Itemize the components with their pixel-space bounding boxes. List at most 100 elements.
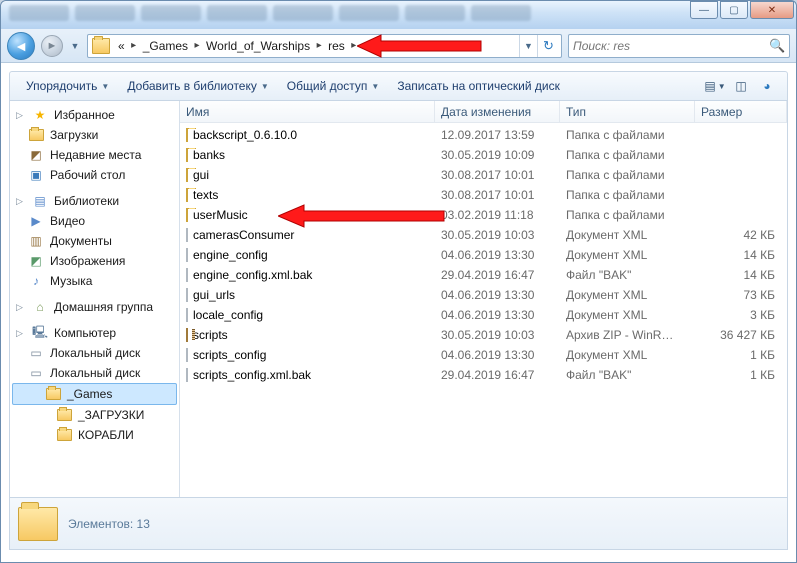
search-input[interactable] [573, 39, 769, 53]
file-row[interactable]: locale_config04.06.2019 13:30Документ XM… [180, 305, 787, 325]
file-row[interactable]: texts30.08.2017 10:01Папка с файлами [180, 185, 787, 205]
folder-icon [186, 188, 188, 202]
file-date: 04.06.2019 13:30 [435, 248, 560, 262]
file-type: Документ XML [560, 288, 695, 302]
chevron-right-icon[interactable]: ▸ [349, 40, 359, 51]
sidebar-music[interactable]: ♪ Музыка [10, 271, 179, 291]
file-row[interactable]: scripts30.05.2019 10:03Архив ZIP - WinR…… [180, 325, 787, 345]
forward-button[interactable]: ► [41, 35, 63, 57]
status-bar: Элементов: 13 [9, 498, 788, 550]
file-date: 04.06.2019 13:30 [435, 288, 560, 302]
pictures-icon: ◩ [28, 253, 44, 269]
drive-icon: ▭ [28, 345, 44, 361]
address-dropdown[interactable]: ▼ [519, 35, 537, 57]
sidebar-label: Музыка [50, 274, 92, 288]
sidebar-desktop[interactable]: ▣ Рабочий стол [10, 165, 179, 185]
expand-icon: ▷ [16, 110, 26, 121]
file-row[interactable]: scripts_config.xml.bak29.04.2019 16:47Фа… [180, 365, 787, 385]
breadcrumb-wows[interactable]: World_of_Warships [202, 39, 314, 53]
file-type: Архив ZIP - WinR… [560, 328, 695, 342]
sidebar-label: Домашняя группа [54, 300, 153, 314]
address-bar[interactable]: « ▸ _Games ▸ World_of_Warships ▸ res ▸ ▼… [87, 34, 562, 58]
file-rows: backscript_0.6.10.012.09.2017 13:59Папка… [180, 123, 787, 497]
file-list: Имя Дата изменения Тип Размер backscript… [180, 101, 787, 497]
organize-label: Упорядочить [26, 79, 97, 93]
sidebar-computer[interactable]: ▷ 🖳 Компьютер [10, 323, 179, 343]
sidebar-downloads[interactable]: Загрузки [10, 125, 179, 145]
sidebar-label: Загрузки [50, 128, 98, 142]
sidebar-label: Недавние места [50, 148, 141, 162]
file-row[interactable]: engine_config04.06.2019 13:30Документ XM… [180, 245, 787, 265]
file-row[interactable]: scripts_config04.06.2019 13:30Документ X… [180, 345, 787, 365]
chevron-right-icon[interactable]: ▸ [314, 40, 324, 51]
file-row[interactable]: backscript_0.6.10.012.09.2017 13:59Папка… [180, 125, 787, 145]
close-button[interactable]: ✕ [750, 1, 794, 19]
file-row[interactable]: engine_config.xml.bak29.04.2019 16:47Фай… [180, 265, 787, 285]
file-name: locale_config [193, 308, 263, 322]
drive-icon: ▭ [28, 365, 44, 381]
maximize-button[interactable]: ▢ [720, 1, 748, 19]
video-icon: ▶ [28, 213, 44, 229]
sidebar-favorites[interactable]: ▷ ★ Избранное [10, 105, 179, 125]
file-name: backscript_0.6.10.0 [193, 128, 297, 142]
sidebar-drive-c[interactable]: ▭ Локальный диск [10, 343, 179, 363]
archive-icon [186, 328, 188, 342]
sidebar-drive-d[interactable]: ▭ Локальный диск [10, 363, 179, 383]
share-button[interactable]: Общий доступ ▼ [279, 75, 388, 97]
column-type[interactable]: Тип [560, 101, 695, 122]
column-name[interactable]: Имя [180, 101, 435, 122]
file-row[interactable]: userMusic03.02.2019 11:18Папка с файлами [180, 205, 787, 225]
file-row[interactable]: camerasConsumer30.05.2019 10:03Документ … [180, 225, 787, 245]
sidebar-zagruzki-folder[interactable]: _ЗАГРУЗКИ [10, 405, 179, 425]
chevron-down-icon: ▼ [261, 82, 269, 91]
sidebar-libraries[interactable]: ▷ ▤ Библиотеки [10, 191, 179, 211]
sidebar-games-folder[interactable]: _Games [12, 383, 177, 405]
back-button[interactable]: ◄ [7, 32, 35, 60]
chevron-right-icon[interactable]: ▸ [192, 40, 202, 51]
refresh-button[interactable]: ↻ [537, 35, 559, 57]
sidebar-label: Компьютер [54, 326, 116, 340]
add-to-library-button[interactable]: Добавить в библиотеку ▼ [119, 75, 276, 97]
sidebar-documents[interactable]: ▥ Документы [10, 231, 179, 251]
sidebar-label: Локальный диск [50, 346, 140, 360]
file-size: 36 427 КБ [695, 328, 787, 342]
preview-pane-button[interactable]: ◫ [729, 74, 753, 98]
organize-button[interactable]: Упорядочить ▼ [18, 75, 117, 97]
file-date: 29.04.2019 16:47 [435, 368, 560, 382]
file-name: gui [193, 168, 209, 182]
folder-icon [56, 427, 72, 443]
status-count: Элементов: 13 [68, 517, 150, 531]
nav-tree[interactable]: ▷ ★ Избранное Загрузки ◩ Недавние места … [10, 101, 180, 497]
sidebar-homegroup[interactable]: ▷ ⌂ Домашняя группа [10, 297, 179, 317]
history-dropdown[interactable]: ▼ [69, 35, 81, 57]
sidebar-videos[interactable]: ▶ Видео [10, 211, 179, 231]
toolbar: Упорядочить ▼ Добавить в библиотеку ▼ Об… [9, 71, 788, 101]
file-size: 1 КБ [695, 368, 787, 382]
minimize-button[interactable]: — [690, 1, 718, 19]
breadcrumb-overflow[interactable]: « [114, 39, 129, 53]
column-date[interactable]: Дата изменения [435, 101, 560, 122]
search-icon: 🔍 [769, 38, 785, 54]
view-dropdown[interactable]: ▤▼ [703, 74, 727, 98]
search-box[interactable]: 🔍 [568, 34, 790, 58]
chevron-right-icon[interactable]: ▸ [129, 40, 139, 51]
sidebar-recent[interactable]: ◩ Недавние места [10, 145, 179, 165]
file-name: scripts_config.xml.bak [193, 368, 311, 382]
help-button[interactable]: ◕ [755, 74, 779, 98]
xml-file-icon [186, 348, 188, 362]
file-row[interactable]: gui30.08.2017 10:01Папка с файлами [180, 165, 787, 185]
column-size[interactable]: Размер [695, 101, 787, 122]
sidebar-pictures[interactable]: ◩ Изображения [10, 251, 179, 271]
breadcrumb-games[interactable]: _Games [139, 39, 192, 53]
file-row[interactable]: banks30.05.2019 10:09Папка с файлами [180, 145, 787, 165]
navbar: ◄ ► ▼ « ▸ _Games ▸ World_of_Warships ▸ r… [1, 29, 796, 63]
computer-icon: 🖳 [32, 325, 48, 341]
breadcrumb-res[interactable]: res [324, 39, 349, 53]
sidebar-korabli-folder[interactable]: КОРАБЛИ [10, 425, 179, 445]
folder-icon [18, 507, 58, 541]
file-row[interactable]: gui_urls04.06.2019 13:30Документ XML73 К… [180, 285, 787, 305]
expand-icon: ▷ [16, 196, 26, 207]
burn-button[interactable]: Записать на оптический диск [389, 75, 568, 97]
share-label: Общий доступ [287, 79, 368, 93]
file-size: 1 КБ [695, 348, 787, 362]
